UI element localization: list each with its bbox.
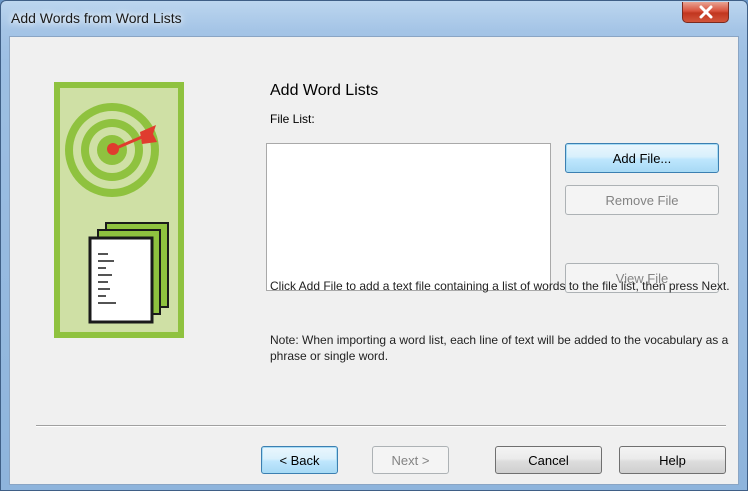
help-button[interactable]: Help	[619, 446, 726, 474]
next-button[interactable]: Next >	[372, 446, 449, 474]
instructions-text: Click Add File to add a text file contai…	[270, 279, 730, 293]
file-list-label: File List:	[270, 112, 315, 126]
footer-separator	[36, 425, 726, 427]
dialog-content: Add Word Lists File List: Add File... Re…	[9, 36, 739, 485]
wizard-illustration	[54, 82, 184, 338]
title-bar[interactable]: Add Words from Word Lists	[1, 1, 747, 35]
cancel-button[interactable]: Cancel	[495, 446, 602, 474]
page-heading: Add Word Lists	[270, 82, 379, 99]
back-button[interactable]: < Back	[261, 446, 338, 474]
add-file-button[interactable]: Add File...	[565, 143, 719, 173]
close-button[interactable]	[682, 2, 729, 23]
window-title: Add Words from Word Lists	[11, 10, 182, 26]
remove-file-button[interactable]: Remove File	[565, 185, 719, 215]
target-and-documents-icon	[65, 103, 169, 324]
note-text: Note: When importing a word list, each l…	[270, 333, 729, 363]
dialog-window: Add Words from Word Lists Add Word Lists…	[0, 0, 748, 491]
close-icon	[699, 5, 712, 19]
file-listbox[interactable]	[266, 143, 551, 291]
